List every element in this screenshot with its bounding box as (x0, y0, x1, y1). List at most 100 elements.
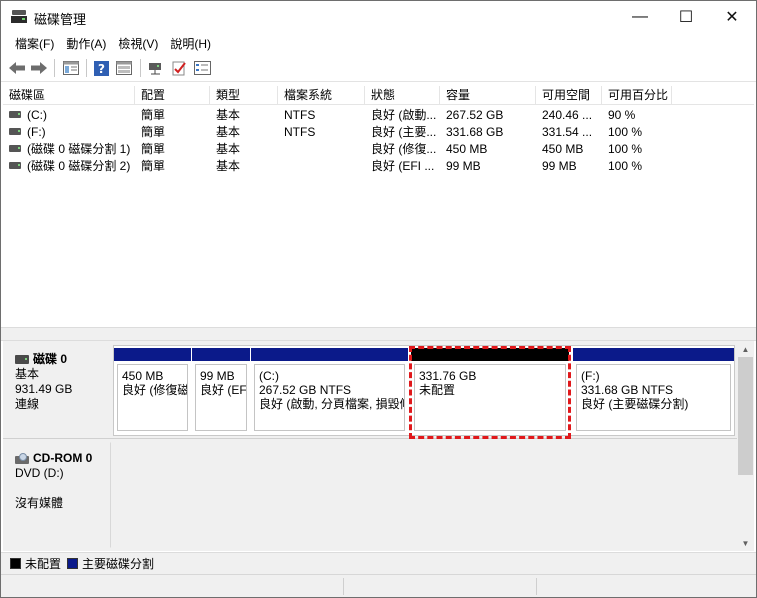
volume-cell: (磁碟 0 磁碟分割 2) (3, 158, 135, 175)
scrollbar-thumb[interactable] (738, 357, 753, 475)
scroll-down-icon[interactable]: ▼ (737, 535, 754, 551)
volume-name: (磁碟 0 磁碟分割 2) (27, 159, 131, 173)
col-free-space-header[interactable]: 可用空間 (536, 86, 602, 105)
filesystem-cell (278, 141, 365, 158)
table-row[interactable]: (磁碟 0 磁碟分割 1) 簡單 基本 良好 (修復... 450 MB 450… (3, 141, 754, 158)
disk-0-partitions: 450 MB 良好 (修復磁 99 MB 良好 (EF (C:) 267.52 … (113, 345, 735, 436)
cdrom-0-status: 沒有媒體 (15, 496, 64, 510)
partition-body: 331.76 GB 未配置 (414, 364, 566, 431)
layout-cell: 簡單 (141, 125, 166, 139)
volume-icon (9, 162, 21, 170)
partition-status: 良好 (修復磁 (122, 383, 188, 397)
partition-size: 267.52 GB NTFS (259, 383, 352, 397)
unallocated-swatch (10, 558, 21, 569)
toolbar-separator (54, 59, 55, 77)
pane-splitter[interactable] (1, 327, 756, 341)
free-space-cell: 450 MB (542, 142, 584, 156)
col-status-header[interactable]: 狀態 (365, 86, 440, 105)
table-row[interactable]: (F:) 簡單 基本 NTFS 良好 (主要... 331.68 GB 331.… (3, 124, 754, 141)
connect-icon[interactable] (147, 60, 165, 76)
minimize-button[interactable]: — (617, 1, 663, 32)
toolbar-separator (140, 59, 141, 77)
capacity-cell: 267.52 GB (446, 108, 504, 122)
disk-0-size: 931.49 GB (15, 382, 73, 396)
menu-view[interactable]: 檢視(V) (112, 32, 164, 54)
partition-size: 331.76 GB (419, 369, 477, 383)
partition-unallocated[interactable]: 331.76 GB 未配置 (411, 348, 569, 434)
menu-file[interactable]: 檔案(F) (9, 32, 60, 54)
legend-primary-label: 主要磁碟分割 (82, 557, 155, 571)
graphical-view-scrollbar[interactable]: ▲ ▼ (737, 341, 754, 551)
partition-c[interactable]: (C:) 267.52 GB NTFS 良好 (啟動, 分頁檔案, 損毀傾 (251, 348, 408, 434)
partition-bar (251, 348, 408, 361)
menu-action[interactable]: 動作(A) (60, 32, 112, 54)
col-type-header[interactable]: 類型 (210, 86, 278, 105)
percent-free-cell: 100 % (608, 142, 643, 156)
col-filesystem-header[interactable]: 檔案系統 (278, 86, 365, 105)
capacity-cell: 99 MB (446, 159, 481, 173)
check-icon[interactable] (171, 60, 187, 76)
layout-cell: 簡單 (141, 108, 166, 122)
disk-0-row: 磁碟 0 基本 931.49 GB 連線 450 MB 良好 (修復磁 99 M… (3, 341, 737, 439)
svg-text:?: ? (98, 62, 105, 76)
layout-cell: 簡單 (141, 159, 166, 173)
disk-management-window: 磁碟管理 — ☐ ✕ 檔案(F) 動作(A) 檢視(V) 說明(H) ? 磁碟區… (0, 0, 757, 598)
filesystem-cell: NTFS (284, 108, 316, 122)
partition-label: (F:) (581, 369, 600, 383)
free-space-cell: 240.46 ... (542, 108, 593, 122)
close-button[interactable]: ✕ (709, 1, 755, 32)
partition-bar (192, 348, 250, 361)
cdrom-0-type: DVD (D:) (15, 466, 64, 480)
col-percent-free-header[interactable]: 可用百分比 (602, 86, 672, 105)
col-layout-header[interactable]: 配置 (135, 86, 210, 105)
partition-status: 良好 (主要磁碟分割) (581, 397, 689, 411)
back-arrow-icon[interactable] (8, 60, 26, 76)
help-icon[interactable]: ? (93, 60, 109, 76)
view-pane-icon[interactable] (115, 60, 133, 76)
partition-f[interactable]: (F:) 331.68 GB NTFS 良好 (主要磁碟分割) (573, 348, 734, 434)
primary-partition-swatch (67, 558, 79, 569)
status-cell: 良好 (啟動... (371, 108, 437, 122)
scroll-up-icon[interactable]: ▲ (737, 341, 754, 357)
type-cell: 基本 (216, 142, 241, 156)
type-cell: 基本 (216, 125, 241, 139)
partition-status: 良好 (EF (200, 383, 247, 397)
properties-grid-icon[interactable] (62, 60, 80, 76)
capacity-cell: 331.68 GB (446, 125, 504, 139)
partition-bar (411, 348, 569, 361)
partition-recovery[interactable]: 450 MB 良好 (修復磁 (114, 348, 191, 434)
status-cell: 良好 (修復... (371, 142, 437, 156)
volume-cell: (磁碟 0 磁碟分割 1) (3, 141, 135, 158)
volume-name: (C:) (27, 108, 47, 122)
disk-graphical-view: 磁碟 0 基本 931.49 GB 連線 450 MB 良好 (修復磁 99 M… (3, 341, 737, 551)
partition-body: (F:) 331.68 GB NTFS 良好 (主要磁碟分割) (576, 364, 731, 431)
forward-arrow-icon[interactable] (30, 60, 48, 76)
table-row[interactable]: (磁碟 0 磁碟分割 2) 簡單 基本 良好 (EFI ... 99 MB 99… (3, 158, 754, 175)
disk-icon (15, 355, 29, 364)
volume-list: 磁碟區 配置 類型 檔案系統 狀態 容量 可用空間 可用百分比 (C:) 簡單 … (3, 86, 754, 326)
toolbar-separator (86, 59, 87, 77)
menu-help[interactable]: 說明(H) (164, 32, 217, 54)
toolbar: ? (1, 54, 756, 82)
disk-0-title: 磁碟 0 (15, 352, 110, 367)
window-title: 磁碟管理 (34, 12, 87, 27)
col-volume-header[interactable]: 磁碟區 (3, 86, 135, 105)
disk-0-type: 基本 (15, 367, 40, 381)
free-space-cell: 99 MB (542, 159, 577, 173)
cdrom-0-label[interactable]: CD-ROM 0 DVD (D:) 沒有媒體 (8, 442, 111, 548)
settings-list-icon[interactable] (193, 60, 211, 76)
volume-icon (9, 111, 21, 119)
volume-icon (9, 145, 21, 153)
disk-0-label[interactable]: 磁碟 0 基本 931.49 GB 連線 (8, 343, 111, 435)
table-row[interactable]: (C:) 簡單 基本 NTFS 良好 (啟動... 267.52 GB 240.… (3, 107, 754, 124)
partition-status: 未配置 (419, 383, 456, 397)
partition-status: 良好 (啟動, 分頁檔案, 損毀傾 (259, 397, 405, 411)
maximize-button[interactable]: ☐ (663, 1, 709, 32)
disk-0-status: 連線 (15, 397, 40, 411)
volume-cell: (F:) (3, 124, 135, 141)
partition-efi[interactable]: 99 MB 良好 (EF (192, 348, 250, 434)
disk-management-app-icon (11, 10, 27, 23)
status-bar (1, 574, 756, 597)
col-capacity-header[interactable]: 容量 (440, 86, 536, 105)
